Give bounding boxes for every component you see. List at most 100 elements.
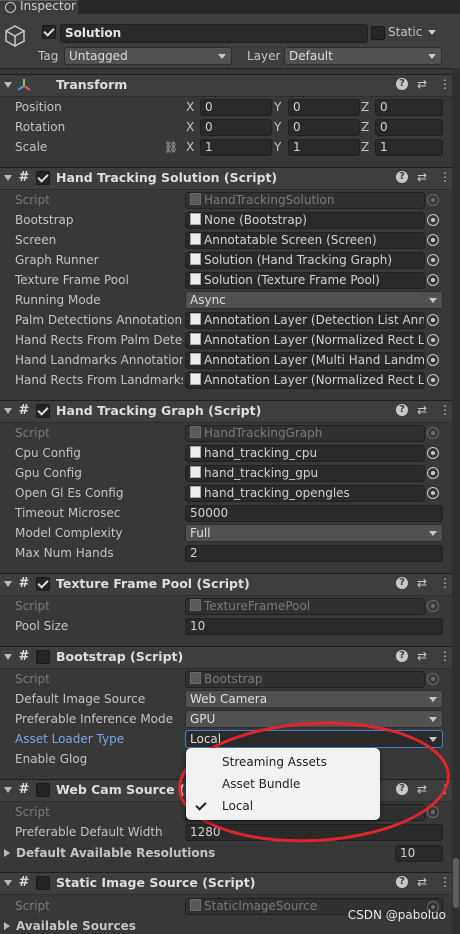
layer-dropdown[interactable]: Default <box>284 47 442 65</box>
object-field[interactable]: Annotation Layer (Detection List Annota <box>185 312 425 329</box>
component-enabled-checkbox[interactable] <box>36 404 50 418</box>
object-field[interactable]: hand_tracking_opengles <box>185 485 425 502</box>
fold-arrow-icon[interactable] <box>4 880 12 886</box>
component-enabled-checkbox[interactable] <box>36 876 50 890</box>
fold-arrow-icon[interactable] <box>4 654 12 660</box>
hand-tracking-graph-header[interactable]: # Hand Tracking Graph (Script) ? ⇄ ⋮ <box>0 400 460 423</box>
object-field[interactable]: None (Bootstrap) <box>185 212 425 229</box>
object-picker-icon[interactable] <box>427 214 439 226</box>
object-field[interactable]: Annotation Layer (Normalized Rect List <box>185 332 425 349</box>
resolutions-count-input[interactable]: 10 <box>395 845 443 862</box>
help-icon[interactable]: ? <box>396 577 408 589</box>
transform-position-z-input[interactable]: 0 <box>375 99 443 116</box>
transform-rotation-x-input[interactable]: 0 <box>200 119 272 136</box>
fold-arrow-icon[interactable] <box>4 175 12 181</box>
component-enabled-checkbox[interactable] <box>36 783 50 797</box>
object-name-input[interactable]: Solution <box>60 24 368 43</box>
static-checkbox[interactable] <box>371 26 385 40</box>
static-dropdown-arrow[interactable] <box>428 30 436 35</box>
inspector-scrollbar[interactable] <box>452 68 460 934</box>
popup-item-asset-bundle[interactable]: Asset Bundle <box>186 773 380 795</box>
object-active-checkbox[interactable] <box>42 25 56 39</box>
object-field[interactable]: Solution (Texture Frame Pool) <box>185 272 425 289</box>
object-picker-icon[interactable] <box>427 447 439 459</box>
transform-scale-z-input[interactable]: 1 <box>375 139 443 156</box>
object-field[interactable]: Solution (Hand Tracking Graph) <box>185 252 425 269</box>
available-sources-label[interactable]: Available Sources <box>16 919 136 933</box>
field-dropdown[interactable]: Full <box>185 524 443 542</box>
component-enabled-checkbox[interactable] <box>36 171 50 185</box>
scrollbar-thumb[interactable] <box>453 858 459 908</box>
link-scale-icon[interactable]: ⛓ <box>164 141 178 154</box>
presets-icon[interactable]: ⇄ <box>417 78 427 90</box>
fold-arrow-icon[interactable] <box>4 787 12 793</box>
transform-scale-x-input[interactable]: 1 <box>200 139 272 156</box>
transform-position-x-input[interactable]: 0 <box>200 99 272 116</box>
transform-rotation-y-input[interactable]: 0 <box>288 119 360 136</box>
tab-inspector[interactable]: Inspector <box>0 0 78 15</box>
transform-position-y-input[interactable]: 0 <box>288 99 360 116</box>
help-icon[interactable]: ? <box>396 404 408 416</box>
object-picker-icon[interactable] <box>427 354 439 366</box>
help-icon[interactable]: ? <box>396 650 408 662</box>
component-enabled-checkbox[interactable] <box>36 650 50 664</box>
object-picker-icon[interactable] <box>427 374 439 386</box>
text-input[interactable]: 50000 <box>185 505 443 522</box>
object-field[interactable]: hand_tracking_gpu <box>185 465 425 482</box>
object-field[interactable]: Annotation Layer (Multi Hand Landmark <box>185 352 425 369</box>
object-picker-icon[interactable] <box>427 194 439 206</box>
fold-right-icon[interactable] <box>4 849 10 857</box>
field-label: Texture Frame Pool <box>15 273 129 287</box>
fold-arrow-icon[interactable] <box>4 82 12 88</box>
more-icon[interactable]: ⋮ <box>439 876 451 888</box>
component-title: Static Image Source (Script) <box>56 875 256 890</box>
presets-icon[interactable]: ⇄ <box>417 650 427 662</box>
bootstrap-header[interactable]: # Bootstrap (Script) ? ⇄ ⋮ <box>0 646 460 669</box>
object-picker-icon[interactable] <box>427 673 439 685</box>
popup-item-local[interactable]: Local <box>186 795 380 817</box>
transform-rotation-z-input[interactable]: 0 <box>375 119 443 136</box>
more-icon[interactable]: ⋮ <box>439 404 451 416</box>
transform-scale-y-input[interactable]: 1 <box>288 139 360 156</box>
component-enabled-checkbox[interactable] <box>36 577 50 591</box>
presets-icon[interactable]: ⇄ <box>417 171 427 183</box>
presets-icon[interactable]: ⇄ <box>417 404 427 416</box>
presets-icon[interactable]: ⇄ <box>417 577 427 589</box>
object-picker-icon[interactable] <box>427 314 439 326</box>
object-picker-icon[interactable] <box>427 234 439 246</box>
texture-frame-pool-header[interactable]: # Texture Frame Pool (Script) ? ⇄ ⋮ <box>0 573 460 596</box>
presets-icon[interactable]: ⇄ <box>417 876 427 888</box>
object-picker-icon[interactable] <box>427 427 439 439</box>
object-field[interactable]: hand_tracking_cpu <box>185 445 425 462</box>
object-field[interactable]: Annotatable Screen (Screen) <box>185 232 425 249</box>
more-icon[interactable]: ⋮ <box>439 650 451 662</box>
object-picker-icon[interactable] <box>427 467 439 479</box>
more-icon[interactable]: ⋮ <box>439 171 451 183</box>
field-dropdown[interactable]: Web Camera <box>185 690 443 708</box>
tag-dropdown[interactable]: Untagged <box>64 47 232 65</box>
popup-item-streaming-assets[interactable]: Streaming Assets <box>186 751 380 773</box>
fold-arrow-icon[interactable] <box>4 581 12 587</box>
field-label: Preferable Default Width <box>15 825 163 839</box>
hand-tracking-solution-header[interactable]: # Hand Tracking Solution (Script) ? ⇄ ⋮ <box>0 167 460 190</box>
text-input[interactable]: 10 <box>185 618 443 635</box>
object-field[interactable]: Annotation Layer (Normalized Rect List <box>185 372 425 389</box>
gameobject-cube-icon <box>5 25 25 47</box>
field-dropdown[interactable]: Async <box>185 291 443 309</box>
object-picker-icon[interactable] <box>427 274 439 286</box>
object-picker-icon[interactable] <box>427 254 439 266</box>
transform-header[interactable]: Transform ? ⇄ ⋮ <box>0 74 460 97</box>
object-picker-icon[interactable] <box>427 600 439 612</box>
help-icon[interactable]: ? <box>396 876 408 888</box>
object-picker-icon[interactable] <box>427 487 439 499</box>
resolutions-label[interactable]: Default Available Resolutions <box>16 846 215 860</box>
object-picker-icon[interactable] <box>427 334 439 346</box>
more-icon[interactable]: ⋮ <box>439 577 451 589</box>
more-icon[interactable]: ⋮ <box>439 78 451 90</box>
help-icon[interactable]: ? <box>396 171 408 183</box>
text-input[interactable]: 2 <box>185 545 443 562</box>
fold-right-icon[interactable] <box>4 922 10 930</box>
help-icon[interactable]: ? <box>396 78 408 90</box>
fold-arrow-icon[interactable] <box>4 408 12 414</box>
static-image-source-header[interactable]: # Static Image Source (Script) ? ⇄ ⋮ <box>0 872 460 895</box>
